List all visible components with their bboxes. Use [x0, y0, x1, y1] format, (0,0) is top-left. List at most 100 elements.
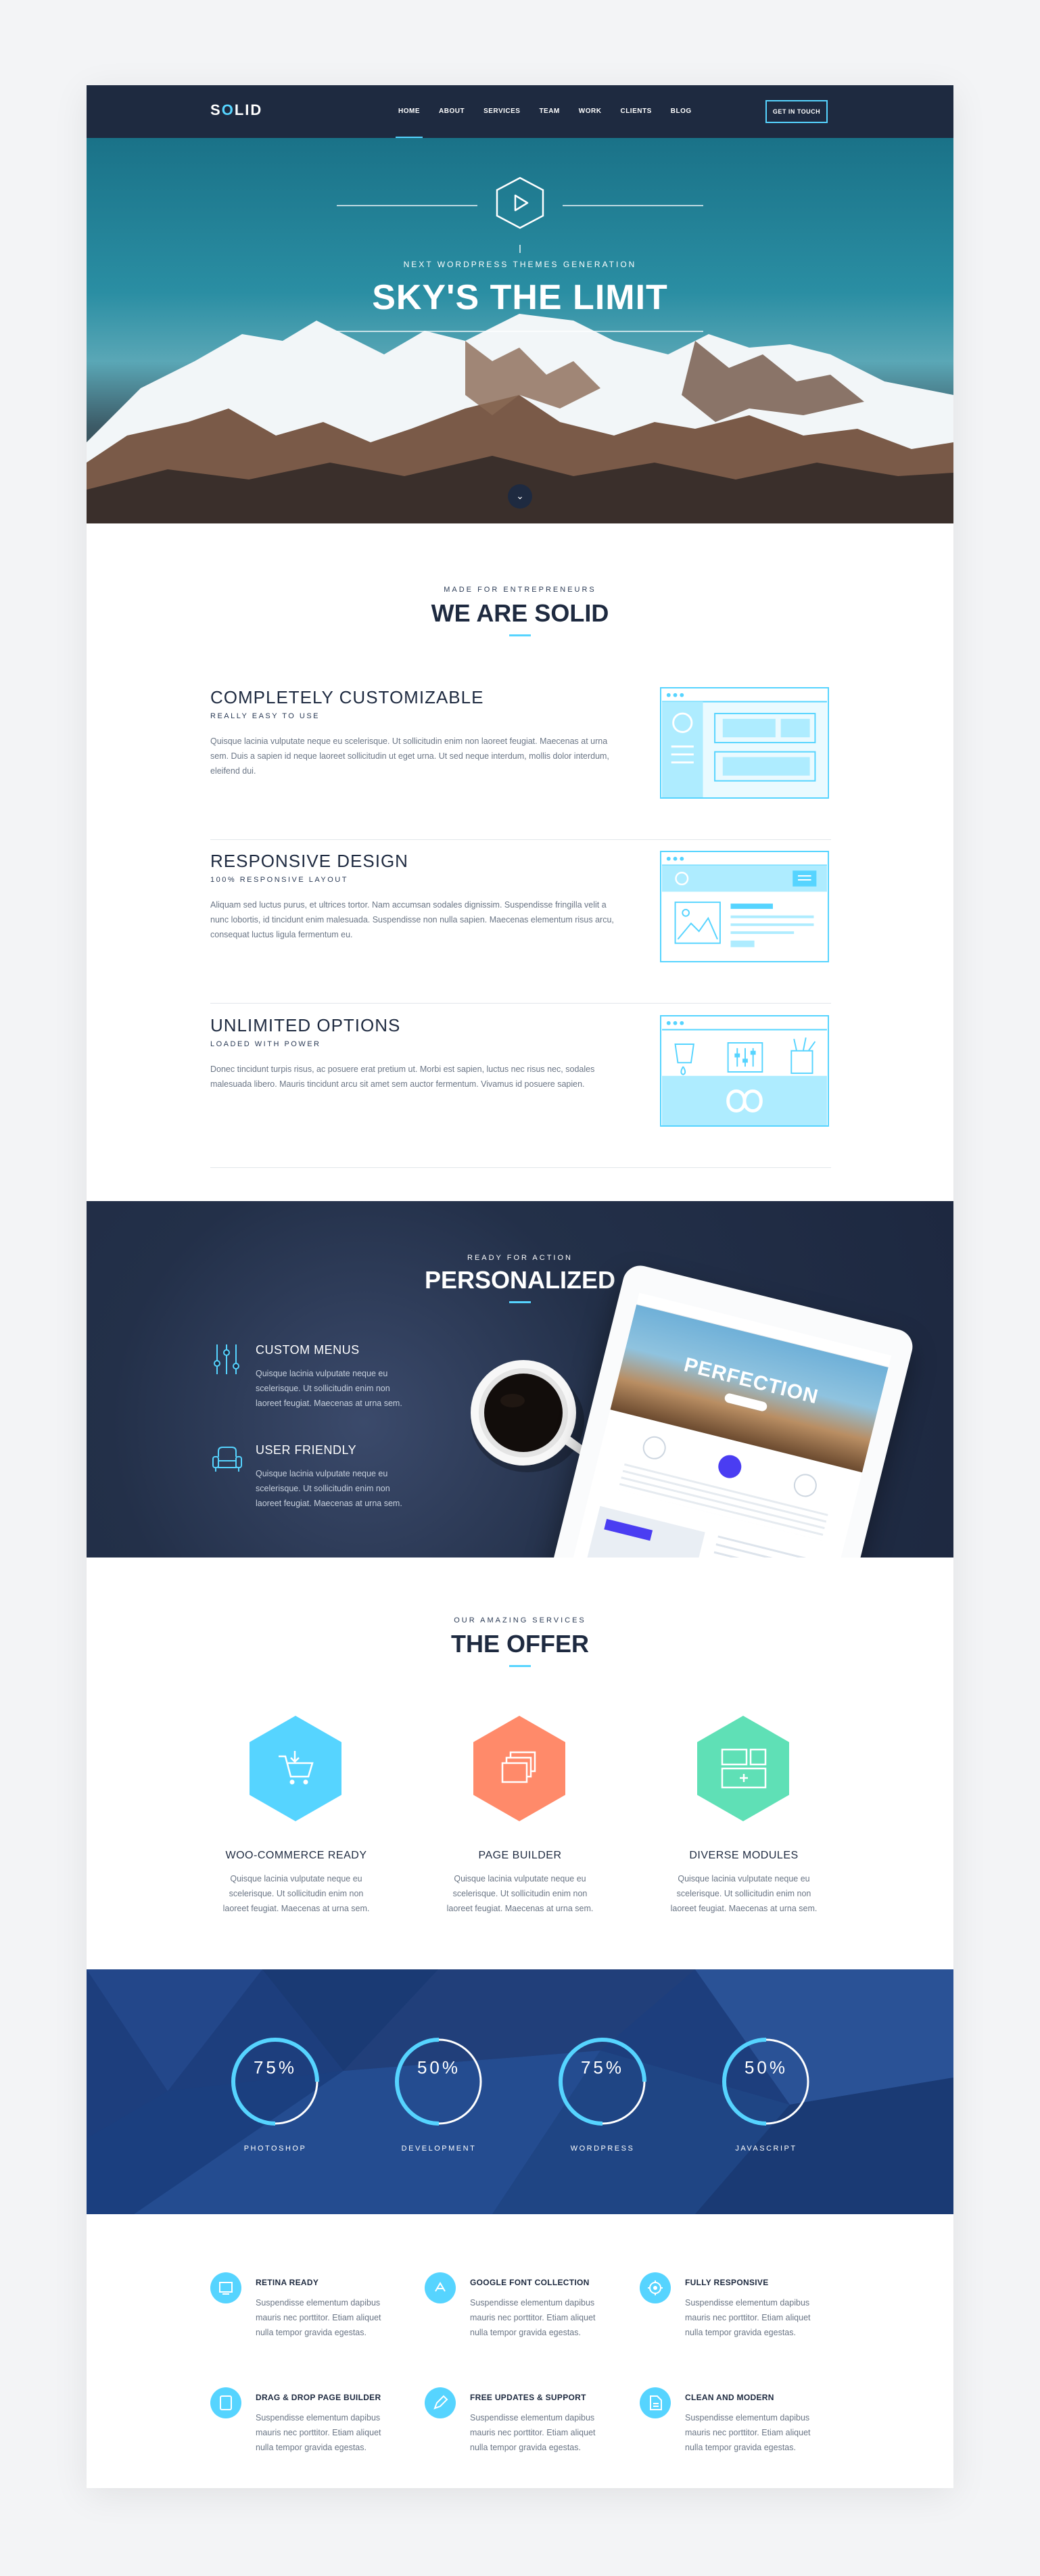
- nav-blog[interactable]: BLOG: [661, 85, 701, 138]
- tablet-circle-2: [715, 1452, 744, 1481]
- offer-title-bar: [509, 1665, 531, 1667]
- perk-updates: FREE UPDATES & SUPPORT Suspendisse eleme…: [425, 2387, 621, 2468]
- offer-subtitle: OUR AMAZING SERVICES: [454, 1616, 586, 1624]
- feature-text: Aliquam sed luctus purus, et ultrices to…: [210, 900, 614, 939]
- offer-card-title: DIVERSE MODULES: [689, 1850, 799, 1861]
- perk-text: Suspendisse elementum dapibus mauris nec…: [685, 2413, 811, 2452]
- offer-card-text: Quisque lacinia vulputate neque eu scele…: [670, 1874, 818, 1913]
- perk-title: FREE UPDATES & SUPPORT: [470, 2393, 586, 2402]
- stat-label-javascript: JAVASCRIPT: [735, 2145, 797, 2153]
- polygon-background: [87, 1969, 953, 2214]
- nav-about[interactable]: ABOUT: [429, 85, 474, 138]
- options-illustration-icon: [660, 1015, 829, 1127]
- offer-card-woocommerce[interactable]: WOO-COMMERCE READY Quisque lacinia vulpu…: [215, 1714, 377, 1931]
- retina-icon: [210, 2272, 241, 2303]
- gear-icon: [640, 2272, 671, 2303]
- get-in-touch-button[interactable]: GET IN TOUCH: [765, 100, 828, 123]
- custom-menus-text: Quisque lacinia vulputate neque eu scele…: [256, 1369, 402, 1408]
- font-icon: [425, 2272, 456, 2303]
- nav-work[interactable]: WORK: [569, 85, 611, 138]
- layers-icon: [473, 1716, 565, 1821]
- feature-text: Donec tincidunt turpis risus, ac posuere…: [210, 1064, 595, 1089]
- perk-text: Suspendisse elementum dapibus mauris nec…: [256, 2298, 381, 2337]
- perk-retina: RETINA READY Suspendisse elementum dapib…: [210, 2272, 406, 2353]
- scroll-down-button[interactable]: ⌄: [508, 484, 532, 509]
- modules-icon: [697, 1716, 789, 1821]
- feature-divider: [210, 1167, 831, 1168]
- sliders-icon: [214, 1344, 239, 1374]
- perk-google-fonts: GOOGLE FONT COLLECTION Suspendisse eleme…: [425, 2272, 621, 2353]
- stats-section: 75% PHOTOSHOP 50% DEVELOPMENT 75% WORDPR…: [87, 1969, 953, 2214]
- stat-label-development: DEVELOPMENT: [401, 2145, 477, 2153]
- hero-title: SKY'S THE LIMIT: [372, 278, 668, 317]
- perk-title: CLEAN AND MODERN: [685, 2393, 774, 2402]
- hero-subtitle: NEXT WORDPRESS THEMES GENERATION: [403, 260, 637, 269]
- perk-clean-modern: CLEAN AND MODERN Suspendisse elementum d…: [640, 2387, 836, 2468]
- perk-text: Suspendisse elementum dapibus mauris nec…: [470, 2298, 596, 2337]
- nav-clients[interactable]: CLIENTS: [611, 85, 661, 138]
- user-friendly-text: Quisque lacinia vulputate neque eu scele…: [256, 1469, 402, 1508]
- cart-icon: [250, 1716, 341, 1821]
- stat-value-photoshop: 75%: [253, 2057, 298, 2078]
- tablet-icon: [210, 2387, 241, 2418]
- perk-title: FULLY RESPONSIVE: [685, 2278, 769, 2287]
- coffee-cup-image: [471, 1360, 588, 1472]
- top-nav: SOLID HOME ABOUT SERVICES TEAM WORK CLIE…: [87, 85, 953, 138]
- hero-line-left: [337, 205, 477, 206]
- perk-text: Suspendisse elementum dapibus mauris nec…: [685, 2298, 811, 2337]
- tablet-mockup: PERFECTION: [536, 1262, 923, 1558]
- play-icon[interactable]: [494, 176, 546, 230]
- main-menu: HOME ABOUT SERVICES TEAM WORK CLIENTS BL…: [389, 85, 701, 138]
- offer-card-modules[interactable]: DIVERSE MODULES Quisque lacinia vulputat…: [663, 1714, 825, 1931]
- stat-ring-photoshop: [231, 2038, 319, 2126]
- stat-ring-wordpress: [559, 2038, 646, 2126]
- feature-divider: [210, 839, 831, 840]
- about-subtitle: MADE FOR ENTREPRENEURS: [444, 586, 596, 594]
- stat-value-development: 50%: [417, 2057, 461, 2078]
- tablet-circle-1: [640, 1434, 669, 1462]
- perk-text: Suspendisse elementum dapibus mauris nec…: [470, 2413, 596, 2452]
- personalized-subtitle: READY FOR ACTION: [467, 1254, 573, 1262]
- perk-drag-drop: DRAG & DROP PAGE BUILDER Suspendisse ele…: [210, 2387, 406, 2468]
- offer-card-page-builder[interactable]: PAGE BUILDER Quisque lacinia vulputate n…: [439, 1714, 601, 1931]
- stat-label-photoshop: PHOTOSHOP: [243, 2145, 307, 2153]
- about-title: WE ARE SOLID: [431, 599, 609, 627]
- personalized-section: READY FOR ACTION PERSONALIZED CUSTOM MEN…: [87, 1201, 953, 1558]
- stat-ring-javascript: [722, 2038, 810, 2126]
- feature-responsive: RESPONSIVE DESIGN 100% RESPONSIVE LAYOUT…: [210, 851, 831, 1004]
- feature-options: UNLIMITED OPTIONS LOADED WITH POWER Done…: [210, 1015, 831, 1168]
- custom-menus-title: CUSTOM MENUS: [256, 1343, 360, 1357]
- tablet-block-lines: [705, 1535, 824, 1558]
- nav-services[interactable]: SERVICES: [474, 85, 529, 138]
- customize-illustration-icon: [660, 687, 829, 799]
- perk-text: Suspendisse elementum dapibus mauris nec…: [256, 2413, 381, 2452]
- tablet-circle-3: [791, 1471, 820, 1500]
- offer-card-text: Quisque lacinia vulputate neque eu scele…: [222, 1874, 370, 1913]
- document-icon: [640, 2387, 671, 2418]
- stat-value-javascript: 50%: [744, 2057, 788, 2078]
- offer-card-title: WOO-COMMERCE READY: [225, 1850, 367, 1861]
- stat-value-wordpress: 75%: [580, 2057, 625, 2078]
- hero-tick: [519, 245, 521, 253]
- logo[interactable]: SOLID: [210, 101, 262, 119]
- offer-card-text: Quisque lacinia vulputate neque eu scele…: [446, 1874, 594, 1913]
- hero: NEXT WORDPRESS THEMES GENERATION SKY'S T…: [87, 138, 953, 523]
- nav-team[interactable]: TEAM: [529, 85, 569, 138]
- feature-customizable: COMPLETELY CUSTOMIZABLE REALLY EASY TO U…: [210, 687, 831, 840]
- feature-divider: [210, 1003, 831, 1004]
- offer-card-title: PAGE BUILDER: [478, 1850, 562, 1861]
- user-friendly-title: USER FRIENDLY: [256, 1443, 357, 1457]
- hero-underline: [337, 331, 703, 332]
- logo-letters: LID: [234, 101, 263, 118]
- stat-ring-development: [395, 2038, 483, 2126]
- perk-responsive: FULLY RESPONSIVE Suspendisse elementum d…: [640, 2272, 836, 2353]
- personalized-title: PERSONALIZED: [424, 1266, 616, 1294]
- offer-title: THE OFFER: [451, 1630, 589, 1658]
- perk-title: DRAG & DROP PAGE BUILDER: [256, 2393, 381, 2402]
- logo-letter-accent: O: [221, 101, 235, 118]
- responsive-illustration-icon: [660, 851, 829, 962]
- chevron-down-icon: ⌄: [516, 490, 524, 501]
- edit-icon: [425, 2387, 456, 2418]
- nav-home[interactable]: HOME: [389, 85, 429, 138]
- personalized-title-bar: [509, 1301, 531, 1303]
